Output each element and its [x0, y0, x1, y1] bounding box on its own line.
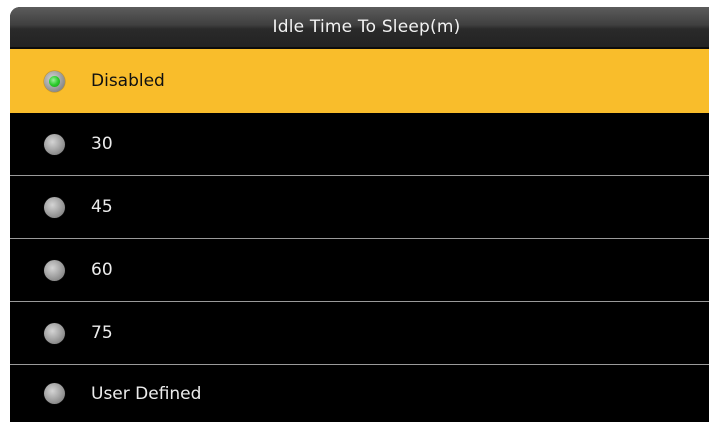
- option-label: 30: [91, 134, 113, 154]
- option-label: User Defined: [91, 383, 202, 404]
- option-user-defined[interactable]: User Defined: [10, 365, 709, 422]
- radio-unselected-icon: [44, 259, 65, 281]
- option-disabled[interactable]: Disabled: [10, 49, 709, 113]
- radio-unselected-icon: [44, 196, 65, 218]
- radio-unselected-icon: [44, 322, 65, 344]
- option-label: 45: [91, 197, 113, 217]
- option-label: Disabled: [91, 71, 165, 91]
- option-label: 75: [91, 323, 113, 343]
- radio-selected-icon: [44, 70, 65, 92]
- page-title: Idle Time To Sleep(m): [272, 17, 461, 37]
- title-bar: Idle Time To Sleep(m): [10, 7, 709, 49]
- option-label: 60: [91, 260, 113, 280]
- radio-unselected-icon: [44, 133, 65, 155]
- idle-sleep-screen: Idle Time To Sleep(m) Disabled 30 45 60 …: [10, 7, 709, 422]
- radio-unselected-icon: [44, 383, 65, 404]
- option-75[interactable]: 75: [10, 302, 709, 365]
- option-45[interactable]: 45: [10, 176, 709, 239]
- option-60[interactable]: 60: [10, 239, 709, 302]
- option-30[interactable]: 30: [10, 113, 709, 176]
